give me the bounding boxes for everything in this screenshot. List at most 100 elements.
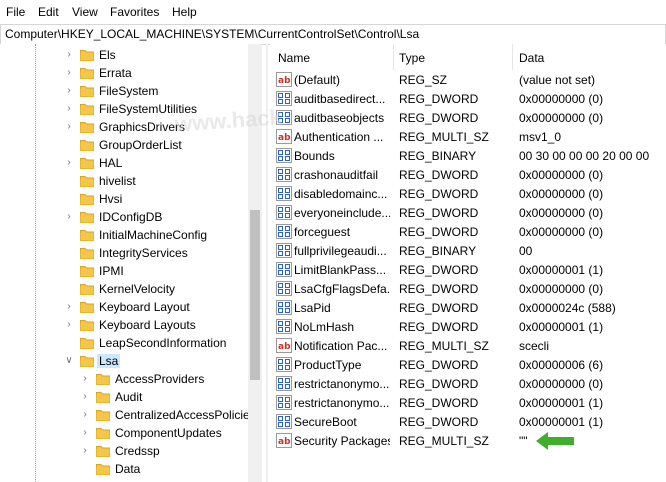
cell-type: REG_DWORD	[399, 92, 479, 106]
folder-icon	[80, 228, 94, 241]
tree-item[interactable]: › Keyboard Layout	[0, 298, 262, 316]
cell-data: 0x00000006 (6)	[519, 358, 604, 372]
table-row[interactable]: LimitBlankPass... REG_DWORD 0x00000001 (1)	[270, 260, 666, 279]
table-row[interactable]: Bounds REG_BINARY 00 30 00 00 00 20 00 00	[270, 146, 666, 165]
folder-icon	[80, 174, 94, 187]
tree-item-label: AccessProviders	[115, 372, 205, 386]
tree-item[interactable]: › Credssp	[0, 442, 262, 460]
table-row[interactable]: everyoneinclude... REG_DWORD 0x00000000 (0…	[270, 203, 666, 222]
cell-data: 00	[519, 244, 533, 258]
tree-item-label: hivelist	[99, 174, 136, 188]
tree-item[interactable]: › Keyboard Layouts	[0, 316, 262, 334]
folder-icon	[80, 48, 94, 61]
folder-icon	[96, 390, 110, 403]
cell-name: Security Packages	[294, 434, 390, 448]
chevron-down-icon[interactable]: ∨	[64, 355, 74, 367]
table-row[interactable]: fullprivilegeaudi... REG_BINARY 00	[270, 241, 666, 260]
chevron-right-icon[interactable]: ›	[64, 301, 74, 313]
chevron-right-icon[interactable]: ›	[80, 409, 90, 421]
chevron-right-icon[interactable]: ›	[64, 85, 74, 97]
table-row[interactable]: ab Notification Pac... REG_MULTI_SZ scecli	[270, 336, 666, 355]
chevron-right-icon[interactable]: ›	[64, 103, 74, 115]
table-row[interactable]: NoLmHash REG_DWORD 0x00000001 (1)	[270, 317, 666, 336]
column-header-data[interactable]: Data	[519, 51, 544, 65]
values-list: Name Type Data ab (Default) REG_SZ (value n…	[270, 44, 666, 482]
table-row[interactable]: LsaCfgFlagsDefa... REG_DWORD 0x00000000 (0…	[270, 279, 666, 298]
column-header-type[interactable]: Type	[399, 51, 425, 65]
chevron-right-icon[interactable]: ›	[64, 49, 74, 61]
cell-name: LimitBlankPass...	[294, 263, 387, 277]
tree-item-label: Lsa	[97, 354, 121, 368]
cell-name: crashonauditfail	[294, 168, 379, 182]
cell-type: REG_MULTI_SZ	[399, 339, 489, 353]
chevron-right-icon[interactable]: ›	[64, 121, 74, 133]
table-row[interactable]: restrictanonymo... REG_DWORD 0x00000001 (1…	[270, 393, 666, 412]
column-divider[interactable]	[393, 44, 394, 70]
table-row[interactable]: SecureBoot REG_DWORD 0x00000001 (1)	[270, 412, 666, 431]
folder-icon	[80, 156, 94, 169]
chevron-right-icon[interactable]: ›	[80, 427, 90, 439]
folder-icon	[80, 138, 94, 151]
tree-item[interactable]: › HAL	[0, 154, 262, 172]
table-row[interactable]: restrictanonymo... REG_DWORD 0x00000000 (0…	[270, 374, 666, 393]
column-divider[interactable]	[512, 44, 513, 70]
tree-scroll-thumb[interactable]	[250, 210, 260, 380]
tree-item[interactable]: › IDConfigDB	[0, 208, 262, 226]
cell-type: REG_DWORD	[399, 206, 479, 220]
folder-icon	[96, 426, 110, 439]
chevron-right-icon[interactable]: ›	[80, 391, 90, 403]
tree-item[interactable]: Data	[0, 460, 262, 478]
string-value-icon: ab	[276, 338, 292, 353]
chevron-right-icon[interactable]: ›	[64, 319, 74, 331]
chevron-right-icon[interactable]: ›	[64, 157, 74, 169]
chevron-right-icon[interactable]: ›	[80, 373, 90, 385]
column-header-name[interactable]: Name	[278, 51, 310, 65]
cell-data: 0x00000001 (1)	[519, 415, 604, 429]
svg-text:ab: ab	[278, 342, 291, 352]
table-row[interactable]: ab (Default) REG_SZ (value not set)	[270, 70, 666, 89]
tree-item[interactable]: › ComponentUpdates	[0, 424, 262, 442]
cell-name: Notification Pac...	[294, 339, 388, 353]
tree-item[interactable]: › Audit	[0, 388, 262, 406]
chevron-right-icon[interactable]: ›	[64, 67, 74, 79]
tree-item[interactable]: KernelVelocity	[0, 280, 262, 298]
table-row[interactable]: auditbasedirect... REG_DWORD 0x00000000 (0…	[270, 89, 666, 108]
chevron-right-icon[interactable]: ›	[80, 445, 90, 457]
table-row[interactable]: crashonauditfail REG_DWORD 0x00000000 (0)	[270, 165, 666, 184]
cell-name: restrictanonymo...	[294, 377, 390, 391]
cell-type: REG_DWORD	[399, 111, 479, 125]
tree-item[interactable]: ∨ Lsa	[0, 352, 262, 370]
cell-name: LsaCfgFlagsDefa...	[294, 282, 390, 296]
tree-item-label: GroupOrderList	[99, 138, 182, 152]
address-bar[interactable]: Computer\HKEY_LOCAL_MACHINE\SYSTEM\Curre…	[0, 24, 666, 45]
list-header: Name Type Data	[270, 44, 666, 72]
table-row[interactable]: ProductType REG_DWORD 0x00000006 (6)	[270, 355, 666, 374]
menu-view[interactable]: View	[72, 5, 98, 19]
table-row[interactable]: disabledomainc... REG_DWORD 0x00000000 (0)	[270, 184, 666, 203]
tree-item[interactable]: › CentralizedAccessPolicies	[0, 406, 262, 424]
tree-item[interactable]: IntegrityServices	[0, 244, 262, 262]
tree-item[interactable]: Hvsi	[0, 190, 262, 208]
table-row[interactable]: forceguest REG_DWORD 0x00000000 (0)	[270, 222, 666, 241]
table-row[interactable]: auditbaseobjects REG_DWORD 0x00000000 (0)	[270, 108, 666, 127]
menu-help[interactable]: Help	[172, 5, 197, 19]
table-row[interactable]: ab Security Packages REG_MULTI_SZ ""	[270, 431, 666, 450]
tree-item[interactable]: › FileSystem	[0, 82, 262, 100]
string-value-icon: ab	[276, 72, 292, 87]
chevron-right-icon[interactable]: ›	[64, 211, 74, 223]
tree-item[interactable]: GroupOrderList	[0, 136, 262, 154]
table-row[interactable]: ab Authentication ... REG_MULTI_SZ msv1_0	[270, 127, 666, 146]
table-row[interactable]: LsaPid REG_DWORD 0x0000024c (588)	[270, 298, 666, 317]
binary-value-icon	[276, 395, 292, 410]
tree-item[interactable]: › Errata	[0, 64, 262, 82]
cell-name: ProductType	[294, 358, 362, 372]
tree-item[interactable]: LeapSecondInformation	[0, 334, 262, 352]
menu-file[interactable]: File	[6, 5, 25, 19]
tree-item[interactable]: hivelist	[0, 172, 262, 190]
tree-item[interactable]: InitialMachineConfig	[0, 226, 262, 244]
tree-item[interactable]: › AccessProviders	[0, 370, 262, 388]
menu-favorites[interactable]: Favorites	[110, 5, 159, 19]
tree-item[interactable]: › Els	[0, 46, 262, 64]
tree-item[interactable]: IPMI	[0, 262, 262, 280]
menu-edit[interactable]: Edit	[38, 5, 59, 19]
